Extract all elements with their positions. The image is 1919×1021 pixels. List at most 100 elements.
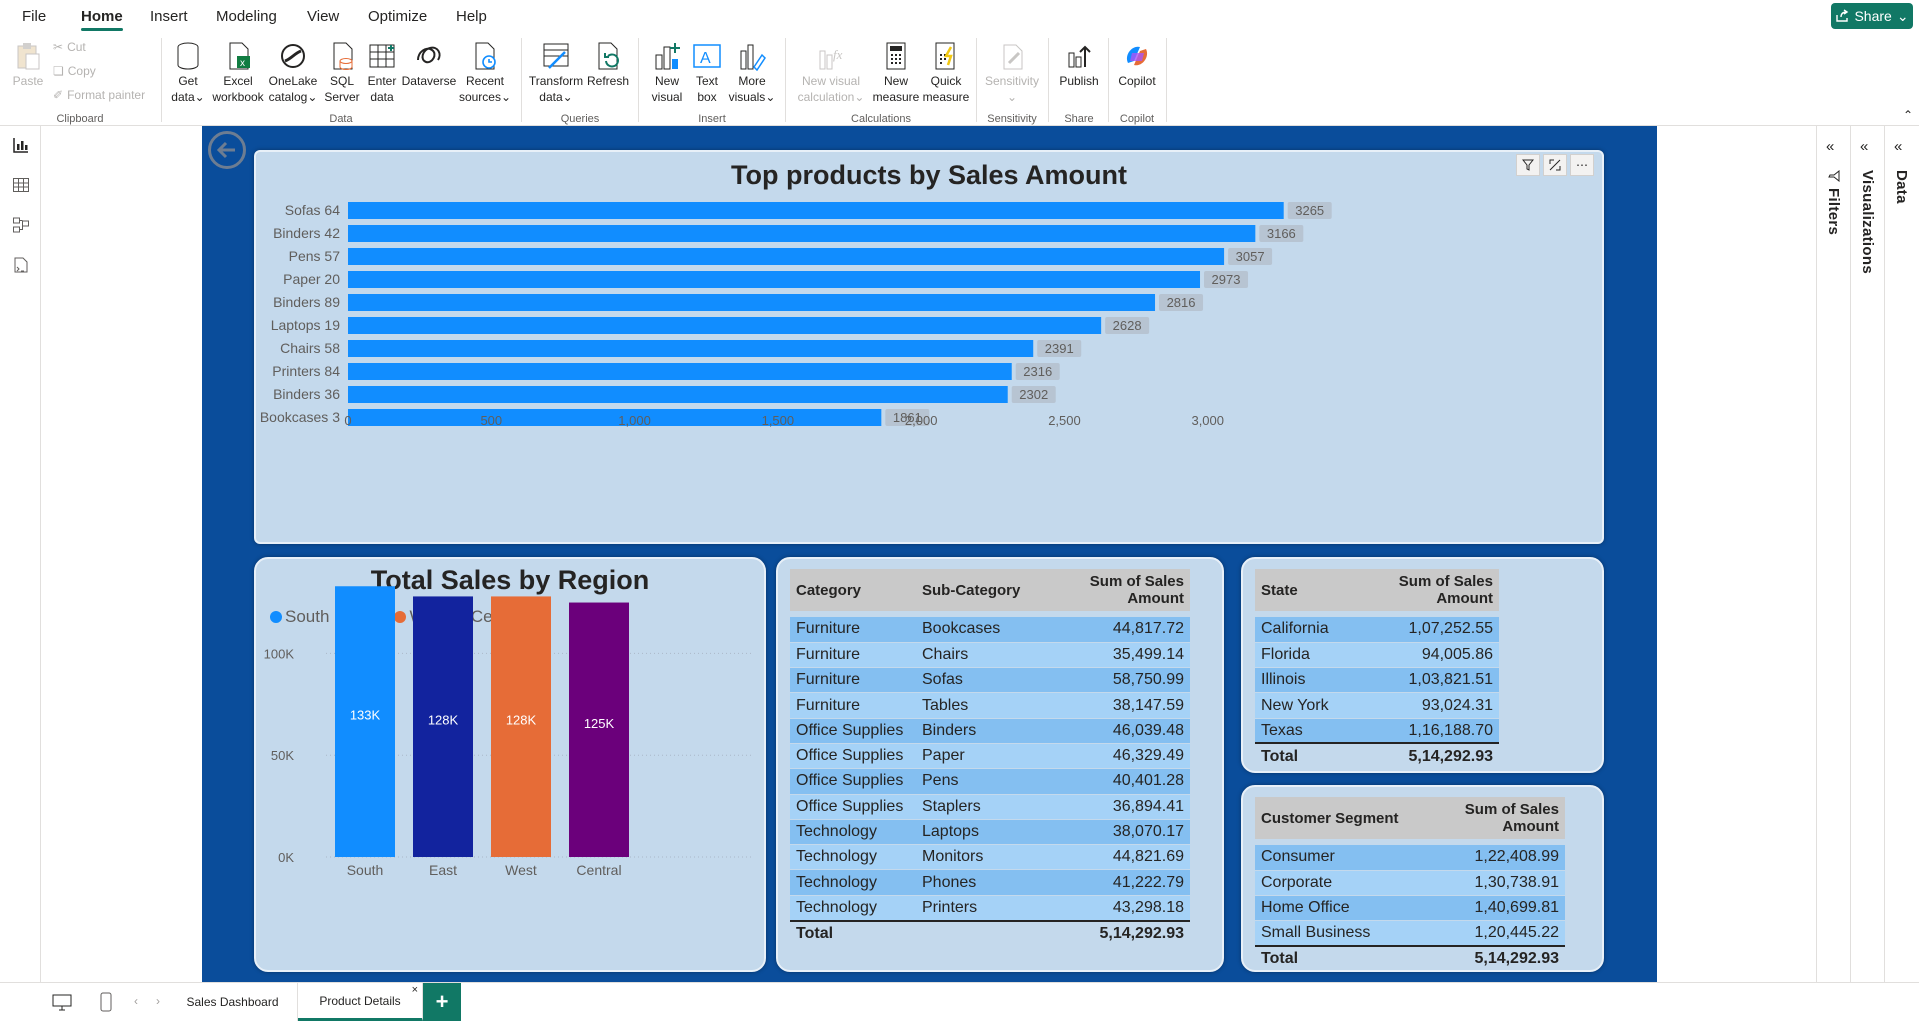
column-header[interactable]: State bbox=[1255, 569, 1339, 611]
dataverse-button[interactable]: Dataverse bbox=[400, 36, 458, 89]
table-row[interactable]: Small Business 1,20,445.22 bbox=[1255, 920, 1565, 947]
new-visual-button[interactable]: New visual bbox=[646, 36, 688, 105]
collapse-ribbon-icon[interactable]: ⌃ bbox=[1903, 108, 1913, 122]
recent-sources-icon bbox=[470, 40, 500, 72]
column-header[interactable]: Category bbox=[790, 569, 916, 611]
refresh-button[interactable]: Refresh bbox=[584, 36, 632, 89]
new-measure-button[interactable]: New measure bbox=[872, 36, 920, 105]
menu-file[interactable]: File bbox=[22, 8, 46, 25]
page-tab-label: Sales Dashboard bbox=[186, 995, 279, 1009]
table-row[interactable]: Furniture Chairs 35,499.14 bbox=[790, 642, 1190, 669]
copy-button[interactable]: ❏ Copy bbox=[53, 64, 96, 78]
menu-optimize[interactable]: Optimize bbox=[368, 8, 427, 25]
visualizations-pane-label[interactable]: Visualizations bbox=[1859, 170, 1876, 274]
copilot-button[interactable]: Copilot bbox=[1112, 36, 1162, 89]
filters-pane-collapsed[interactable]: « Filters bbox=[1816, 126, 1850, 982]
table-row[interactable]: Office Supplies Binders 46,039.48 bbox=[790, 718, 1190, 744]
table-row[interactable]: Technology Printers 43,298.18 bbox=[790, 895, 1190, 922]
close-icon[interactable]: × bbox=[412, 984, 418, 996]
table-row[interactable]: Illinois 1,03,821.51 bbox=[1255, 667, 1499, 694]
expand-chevron-icon[interactable]: « bbox=[1860, 138, 1868, 155]
menu-home[interactable]: Home bbox=[81, 8, 123, 31]
publish-icon bbox=[1064, 40, 1094, 72]
column-header[interactable]: Sum of Sales Amount bbox=[1405, 797, 1565, 839]
sensitivity-button[interactable]: Sensitivity ⌄ bbox=[980, 36, 1044, 105]
svg-text:A: A bbox=[700, 50, 711, 67]
table-cell: Technology bbox=[790, 895, 916, 922]
back-arrow-button[interactable] bbox=[208, 131, 246, 169]
table-row[interactable]: Office Supplies Staplers 36,894.41 bbox=[790, 794, 1190, 820]
x-tick-label: 2,500 bbox=[1048, 413, 1081, 428]
data-label: 2973 bbox=[1212, 272, 1241, 287]
table-row[interactable]: Office Supplies Pens 40,401.28 bbox=[790, 768, 1190, 795]
cut-button[interactable]: ✂ Cut bbox=[53, 40, 86, 54]
table-row[interactable]: Florida 94,005.86 bbox=[1255, 642, 1499, 669]
get-data-button[interactable]: Get data⌄ bbox=[166, 36, 210, 105]
dax-query-view-icon[interactable] bbox=[12, 256, 30, 274]
table-row[interactable]: Furniture Sofas 58,750.99 bbox=[790, 667, 1190, 694]
recent-sources-button[interactable]: Recent sources⌄ bbox=[458, 36, 512, 105]
paste-button[interactable]: Paste bbox=[10, 36, 46, 89]
table-row[interactable]: New York 93,024.31 bbox=[1255, 692, 1499, 719]
page-tab-product-details[interactable]: Product Details × bbox=[298, 983, 423, 1021]
category-subcategory-table[interactable]: Category Sub-Category Sum of Sales Amoun… bbox=[776, 557, 1224, 972]
new-visual-calculation-button[interactable]: fx New visual calculation⌄ bbox=[790, 36, 872, 105]
quick-measure-button[interactable]: Quick measure bbox=[920, 36, 972, 105]
more-visuals-button[interactable]: More visuals⌄ bbox=[726, 36, 778, 105]
state-sales-table[interactable]: State Sum of Sales Amount California 1,07… bbox=[1241, 557, 1604, 773]
desktop-layout-icon[interactable] bbox=[52, 993, 72, 1016]
table-row[interactable]: Technology Phones 41,222.79 bbox=[790, 869, 1190, 896]
chevron-right-icon[interactable]: › bbox=[156, 994, 160, 1008]
excel-workbook-button[interactable]: x Excel workbook bbox=[210, 36, 266, 105]
expand-chevron-icon[interactable]: « bbox=[1894, 138, 1902, 155]
table-row[interactable]: Consumer 1,22,408.99 bbox=[1255, 845, 1565, 871]
table-row[interactable]: California 1,07,252.55 bbox=[1255, 617, 1499, 643]
data-pane-collapsed[interactable]: « Data bbox=[1884, 126, 1919, 982]
table-row[interactable]: Home Office 1,40,699.81 bbox=[1255, 895, 1565, 922]
menu-help[interactable]: Help bbox=[456, 8, 487, 25]
visualizations-pane-collapsed[interactable]: « Visualizations bbox=[1850, 126, 1884, 982]
table-row[interactable]: Technology Laptops 38,070.17 bbox=[790, 819, 1190, 846]
data-label: 2628 bbox=[1113, 318, 1142, 333]
table-view-icon[interactable] bbox=[12, 176, 30, 194]
table-row[interactable]: Furniture Tables 38,147.59 bbox=[790, 692, 1190, 719]
dataverse-icon bbox=[414, 40, 444, 72]
sql-server-button[interactable]: SQL Server bbox=[320, 36, 364, 105]
transform-data-button[interactable]: Transform data⌄ bbox=[528, 36, 584, 105]
column-header[interactable]: Sub-Category bbox=[916, 569, 1028, 611]
table-row[interactable]: Office Supplies Paper 46,329.49 bbox=[790, 743, 1190, 770]
table-row[interactable]: Corporate 1,30,738.91 bbox=[1255, 870, 1565, 897]
filters-pane-label[interactable]: Filters bbox=[1825, 170, 1842, 235]
model-view-icon[interactable] bbox=[12, 216, 30, 234]
sales-by-region-chart[interactable]: Total Sales by Region SouthEastWestCentr… bbox=[254, 557, 766, 972]
expand-chevron-icon[interactable]: « bbox=[1826, 138, 1834, 155]
bar bbox=[348, 294, 1156, 311]
add-page-button[interactable]: + bbox=[423, 983, 461, 1021]
share-button[interactable]: Share ⌄ bbox=[1831, 3, 1913, 29]
page-tab-sales-dashboard[interactable]: Sales Dashboard bbox=[168, 983, 298, 1021]
table-row[interactable]: Texas 1,16,188.70 bbox=[1255, 718, 1499, 744]
table-row[interactable]: Furniture Bookcases 44,817.72 bbox=[790, 617, 1190, 643]
onelake-catalog-button[interactable]: OneLake catalog⌄ bbox=[266, 36, 320, 105]
format-painter-button[interactable]: ✐ Format painter bbox=[53, 88, 145, 102]
enter-data-button[interactable]: Enter data bbox=[364, 36, 400, 105]
data-pane-label[interactable]: Data bbox=[1893, 170, 1910, 204]
chevron-left-icon[interactable]: ‹ bbox=[134, 994, 138, 1008]
menu-modeling[interactable]: Modeling bbox=[216, 8, 277, 25]
table-cell: Technology bbox=[790, 869, 916, 896]
ribbon-divider bbox=[1108, 38, 1109, 122]
table-cell: 58,750.99 bbox=[1028, 667, 1190, 694]
customer-segment-table[interactable]: Customer Segment Sum of Sales Amount Con… bbox=[1241, 785, 1604, 972]
menu-view[interactable]: View bbox=[307, 8, 339, 25]
menu-insert[interactable]: Insert bbox=[150, 8, 188, 25]
top-products-chart[interactable]: Top products by Sales Amount ⋯ Sofas 64 3… bbox=[254, 150, 1604, 544]
column-header[interactable]: Sum of Sales Amount bbox=[1028, 569, 1190, 611]
text-box-button[interactable]: A Text box bbox=[688, 36, 726, 105]
column-header[interactable]: Sum of Sales Amount bbox=[1339, 569, 1499, 611]
column-header[interactable]: Customer Segment bbox=[1255, 797, 1405, 839]
new-visual-label-1: New bbox=[654, 74, 679, 88]
report-view-icon[interactable] bbox=[12, 136, 30, 154]
table-row[interactable]: Technology Monitors 44,821.69 bbox=[790, 844, 1190, 871]
publish-button[interactable]: Publish bbox=[1054, 36, 1104, 89]
mobile-layout-icon[interactable] bbox=[100, 992, 112, 1017]
